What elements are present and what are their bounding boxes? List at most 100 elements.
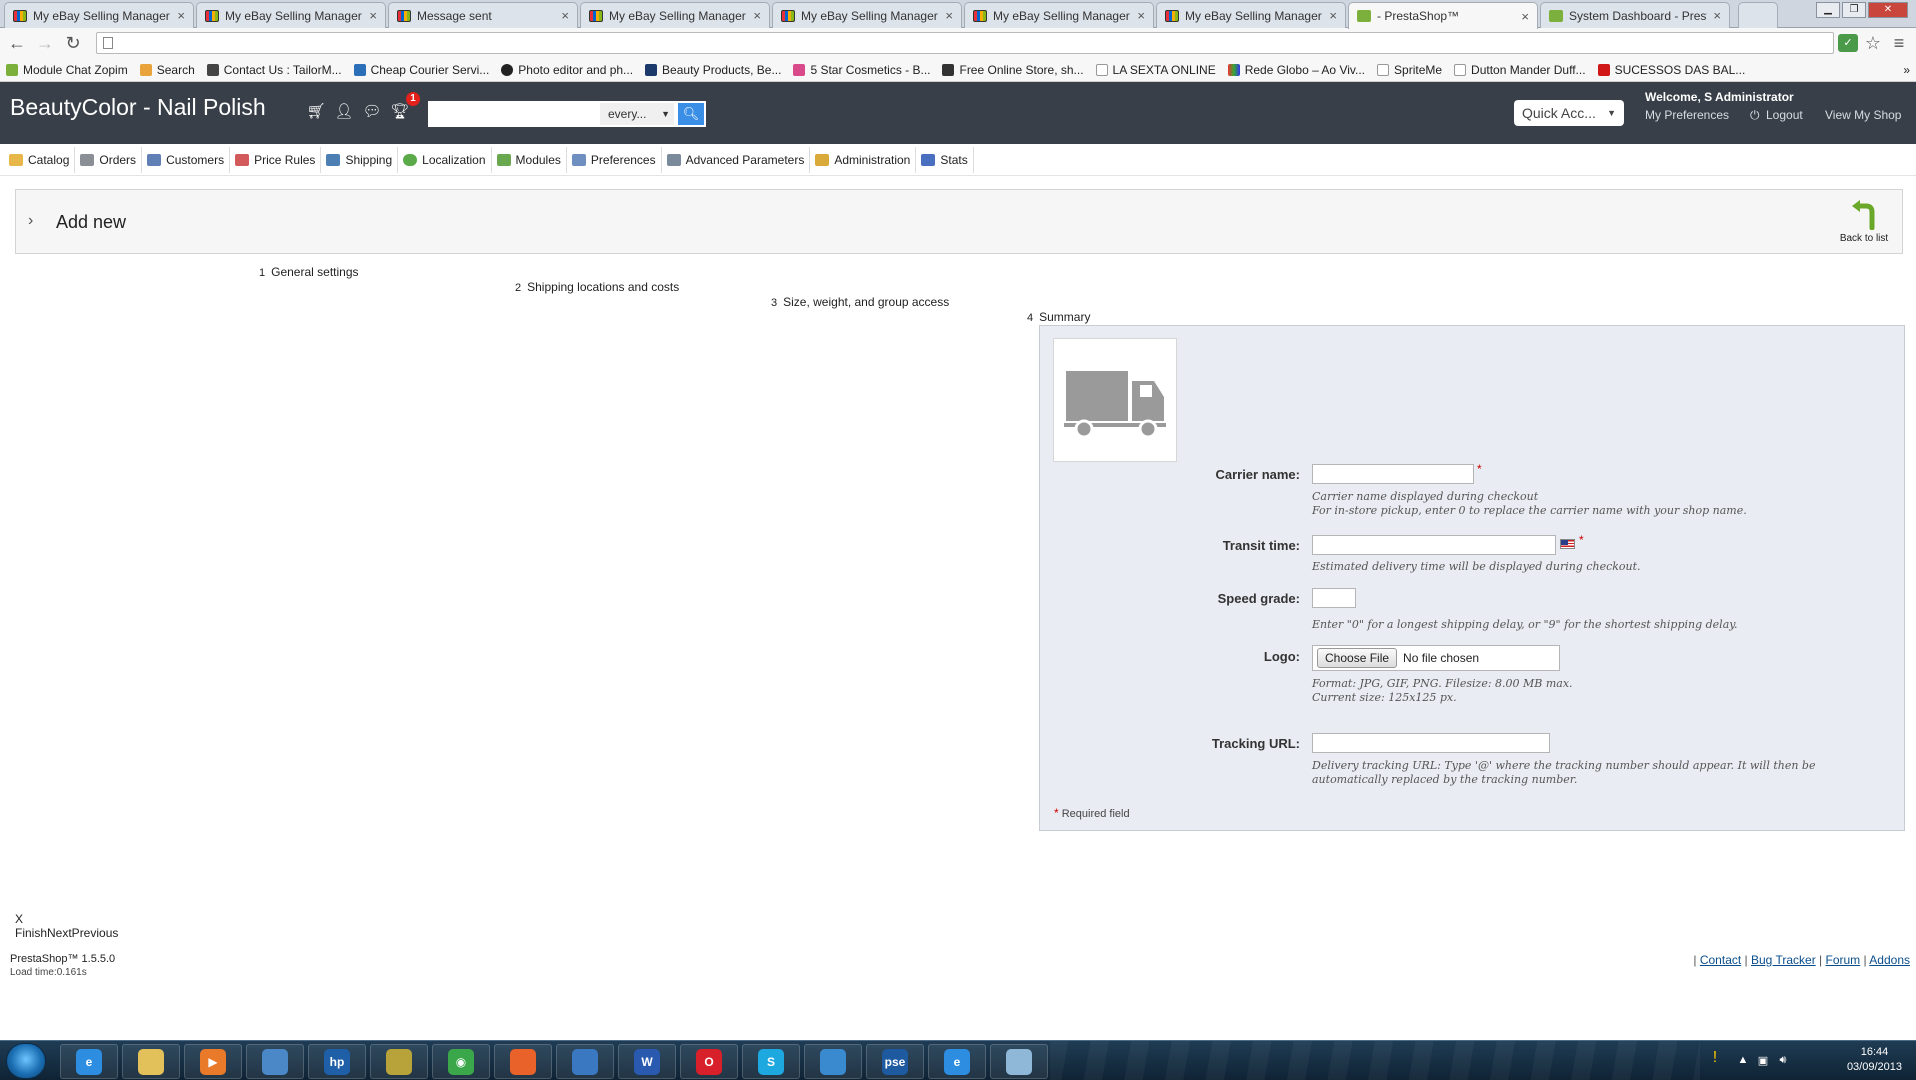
taskbar-app-file-explorer[interactable] xyxy=(122,1044,180,1079)
menu-item-modules[interactable]: Modules xyxy=(492,146,567,173)
menu-item-localization[interactable]: Localization xyxy=(398,146,492,173)
close-tab-icon[interactable]: × xyxy=(945,8,953,23)
carrier-name-field[interactable] xyxy=(1312,464,1474,484)
close-tab-icon[interactable]: × xyxy=(1521,9,1529,24)
taskbar-app-internet-explorer-2[interactable]: e xyxy=(928,1044,986,1079)
close-window-icon[interactable]: ✕ xyxy=(1868,2,1908,18)
taskbar-app-thunderbird[interactable] xyxy=(556,1044,614,1079)
browser-tab[interactable]: System Dashboard - Presta × xyxy=(1540,2,1730,28)
extension-icon[interactable]: ✓ xyxy=(1838,34,1858,52)
logo-file-input[interactable]: Choose File No file chosen xyxy=(1312,645,1560,671)
address-bar[interactable] xyxy=(96,32,1834,54)
close-tab-icon[interactable]: × xyxy=(561,8,569,23)
browser-tab[interactable]: My eBay Selling Manager × xyxy=(196,2,386,28)
transit-time-field[interactable] xyxy=(1312,535,1556,555)
menu-item-advanced-parameters[interactable]: Advanced Parameters xyxy=(662,146,811,173)
close-tab-icon[interactable]: × xyxy=(1329,8,1337,23)
header-search-input[interactable] xyxy=(428,101,598,127)
minimize-icon[interactable]: ▁ xyxy=(1816,2,1840,18)
bookmark-item[interactable]: Free Online Store, sh... xyxy=(942,63,1084,77)
messages-icon[interactable]: 💬︎ xyxy=(362,102,382,122)
menu-icon[interactable]: ≡ xyxy=(1888,33,1910,53)
addons-link[interactable]: Addons xyxy=(1869,953,1910,967)
wizard-actions[interactable]: FinishNextPrevious xyxy=(15,926,118,940)
taskbar-app-firefox[interactable] xyxy=(494,1044,552,1079)
bookmark-item[interactable]: 5 Star Cosmetics - B... xyxy=(793,63,930,77)
browser-tab-active[interactable]: - PrestaShop™ × xyxy=(1348,2,1538,29)
bookmark-item[interactable]: Beauty Products, Be... xyxy=(645,63,781,77)
choose-file-button[interactable]: Choose File xyxy=(1317,648,1398,668)
view-my-shop-link[interactable]: View My Shop xyxy=(1825,108,1901,122)
bookmark-item[interactable]: Photo editor and ph... xyxy=(501,63,633,77)
wizard-step-3[interactable]: 3 Size, weight, and group access xyxy=(771,295,949,309)
contact-link[interactable]: Contact xyxy=(1700,953,1741,967)
forward-arrow-icon[interactable]: → xyxy=(34,33,56,53)
taskbar-app-internet-explorer[interactable]: e xyxy=(60,1044,118,1079)
logout-link[interactable]: Logout xyxy=(1766,108,1803,122)
wizard-close-button[interactable]: X xyxy=(15,912,23,926)
bug-tracker-link[interactable]: Bug Tracker xyxy=(1751,953,1816,967)
shop-name[interactable]: BeautyColor - Nail Polish xyxy=(10,94,266,121)
new-tab-button[interactable] xyxy=(1738,2,1778,28)
taskbar-app-notes-tool[interactable] xyxy=(990,1044,1048,1079)
bookmark-item[interactable]: Module Chat Zopim xyxy=(6,63,128,77)
close-tab-icon[interactable]: × xyxy=(1713,8,1721,23)
browser-tab[interactable]: My eBay Selling Manager × xyxy=(4,2,194,28)
menu-item-shipping[interactable]: Shipping xyxy=(321,146,399,173)
speed-grade-field[interactable] xyxy=(1312,588,1356,608)
wizard-step-1[interactable]: 1 General settings xyxy=(259,265,359,279)
close-tab-icon[interactable]: × xyxy=(753,8,761,23)
wizard-step-2[interactable]: 2 Shipping locations and costs xyxy=(515,280,679,294)
back-arrow-icon[interactable]: ← xyxy=(6,33,28,53)
tracking-url-field[interactable] xyxy=(1312,733,1550,753)
taskbar-app-chrome[interactable]: ◉ xyxy=(432,1044,490,1079)
warning-icon[interactable]: ! xyxy=(1704,1049,1726,1071)
bookmark-item[interactable]: Rede Globo – Ao Viv... xyxy=(1227,63,1365,77)
browser-tab[interactable]: My eBay Selling Manager × xyxy=(1156,2,1346,28)
restore-icon[interactable]: ❐ xyxy=(1842,2,1866,18)
bookmark-item[interactable]: Dutton Mander Duff... xyxy=(1454,63,1586,77)
bookmark-item[interactable]: SUCESSOS DAS BAL... xyxy=(1597,63,1745,77)
back-to-list-button[interactable]: Back to list xyxy=(1836,200,1892,248)
my-preferences-link[interactable]: My Preferences xyxy=(1645,108,1729,122)
cart-icon[interactable]: 🛒︎ xyxy=(306,102,326,122)
taskbar-app-network-tool[interactable] xyxy=(246,1044,304,1079)
taskbar-app-media-player[interactable]: ▶ xyxy=(184,1044,242,1079)
taskbar-app-media-tool[interactable] xyxy=(804,1044,862,1079)
quick-access-select[interactable]: Quick Acc... ▼ xyxy=(1514,100,1624,126)
search-button[interactable]: 🔍︎ xyxy=(676,101,706,127)
taskbar-app-pse[interactable]: pse xyxy=(866,1044,924,1079)
browser-tab[interactable]: My eBay Selling Manager × xyxy=(772,2,962,28)
search-scope-select[interactable]: every... ▼ xyxy=(598,101,676,127)
browser-tab[interactable]: My eBay Selling Manager × xyxy=(580,2,770,28)
taskbar-app-skype[interactable]: S xyxy=(742,1044,800,1079)
browser-tab[interactable]: My eBay Selling Manager × xyxy=(964,2,1154,28)
menu-item-administration[interactable]: Administration xyxy=(810,146,917,173)
close-tab-icon[interactable]: × xyxy=(1137,8,1145,23)
network-icon[interactable]: ▣ xyxy=(1756,1054,1770,1068)
trophy-icon[interactable]: 🏆︎ xyxy=(390,102,410,122)
taskbar-app-hp-tool[interactable]: hp xyxy=(308,1044,366,1079)
bookmarks-more-icon[interactable]: » xyxy=(1903,63,1910,77)
start-button[interactable] xyxy=(6,1043,46,1079)
menu-item-catalog[interactable]: Catalog xyxy=(4,146,76,173)
star-icon[interactable]: ☆ xyxy=(1862,33,1884,53)
bookmark-item[interactable]: Contact Us : TailorM... xyxy=(206,63,342,77)
taskbar-app-archive-tool[interactable] xyxy=(370,1044,428,1079)
bookmark-item[interactable]: SpriteMe xyxy=(1377,63,1442,77)
taskbar-app-word[interactable]: W xyxy=(618,1044,676,1079)
bookmark-item[interactable]: Search xyxy=(139,63,195,77)
customers-icon[interactable]: 👤︎ xyxy=(334,102,354,122)
chevron-up-icon[interactable]: ▲ xyxy=(1736,1054,1750,1068)
us-flag-icon[interactable] xyxy=(1560,539,1575,549)
close-tab-icon[interactable]: × xyxy=(177,8,185,23)
menu-item-stats[interactable]: Stats xyxy=(916,146,974,173)
close-tab-icon[interactable]: × xyxy=(369,8,377,23)
volume-icon[interactable]: 🔊︎ xyxy=(1776,1054,1790,1068)
taskbar-app-opera[interactable]: O xyxy=(680,1044,738,1079)
system-clock[interactable]: 16:44 03/09/2013 xyxy=(1847,1045,1902,1075)
wizard-step-4[interactable]: 4 Summary xyxy=(1027,310,1090,324)
menu-item-price-rules[interactable]: Price Rules xyxy=(230,146,322,173)
menu-item-customers[interactable]: Customers xyxy=(142,146,231,173)
reload-icon[interactable]: ↻ xyxy=(62,33,84,53)
